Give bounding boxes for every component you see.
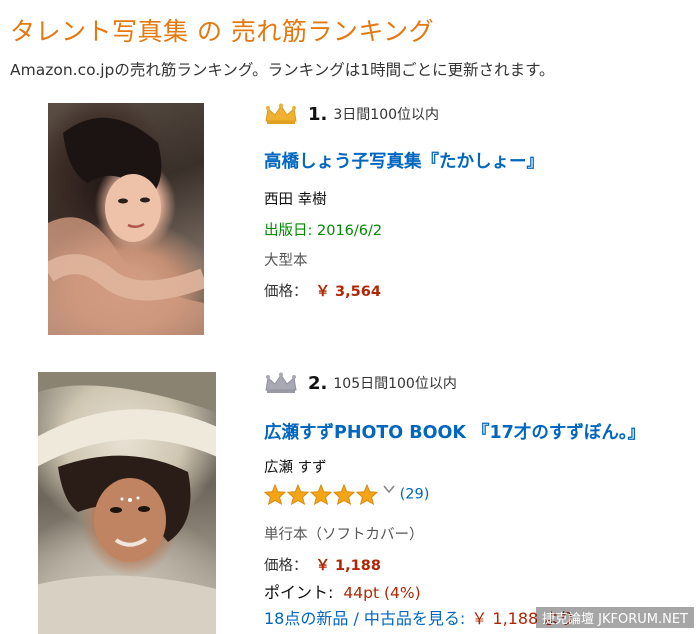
rank-days: 3日間100位以内 — [333, 107, 440, 123]
rating-row[interactable]: (29) — [264, 484, 429, 505]
release-date: 出版日: 2016/6/2 — [264, 223, 383, 239]
product-title-link[interactable]: 広瀬すずPHOTO BOOK 『17才のすずぼん。』 — [264, 419, 645, 444]
format-label: 大型本 — [264, 253, 308, 269]
rank-days: 105日間100位以内 — [333, 376, 457, 392]
book-cover-image-2[interactable] — [38, 372, 216, 634]
page-subtitle: Amazon.co.jpの売れ筋ランキング。ランキングは1時間ごとに更新されます… — [10, 61, 555, 79]
author-name: 西田 幸樹 — [264, 192, 327, 208]
star-icon — [264, 484, 286, 505]
ranking-item-1: 1. 3日間100位以内 高橋しょう子写真集『たかしょー』 西田 幸樹 出版日:… — [0, 96, 700, 341]
used-offers-link[interactable]: 18点の新品 / 中古品を見る: — [264, 609, 465, 628]
star-icon — [356, 484, 378, 505]
rank-row-2: 2. 105日間100位以内 — [264, 368, 457, 398]
price-row: 価格： ￥ 1,188 — [264, 554, 381, 575]
chevron-down-icon — [383, 485, 395, 494]
price-label: 価格： — [264, 284, 308, 300]
rank-number: 2. — [308, 372, 328, 394]
ranking-item-2: 2. 105日間100位以内 広瀬すずPHOTO BOOK 『17才のすずぼん。… — [0, 365, 700, 634]
star-rating[interactable] — [264, 484, 395, 505]
price-value: ￥ 3,564 — [315, 284, 381, 300]
format-label: 単行本（ソフトカバー） — [264, 527, 424, 543]
forum-watermark: 捷克論壇 JKFORUM.NET — [536, 607, 694, 628]
used-offers-row: 18点の新品 / 中古品を見る: ￥ 1,188 より — [264, 605, 575, 629]
points-label: ポイント: — [264, 583, 334, 602]
gold-crown-icon — [265, 103, 297, 124]
points-value: 44pt (4%) — [343, 584, 421, 602]
price-row: 価格： ￥ 3,564 — [264, 280, 381, 301]
page-title: タレント写真集 の 売れ筋ランキング — [10, 17, 435, 46]
star-icon — [310, 484, 332, 505]
silver-crown-icon — [265, 372, 297, 393]
rank-number: 1. — [308, 103, 328, 125]
star-icon — [333, 484, 355, 505]
price-label: 価格： — [264, 558, 308, 574]
author-name: 広瀬 すず — [264, 460, 327, 476]
product-title-link[interactable]: 高橋しょう子写真集『たかしょー』 — [264, 148, 544, 173]
rank-row-1: 1. 3日間100位以内 — [264, 99, 439, 129]
book-cover-image-1[interactable] — [48, 103, 204, 335]
price-value: ￥ 1,188 — [315, 558, 381, 574]
star-icon — [287, 484, 309, 505]
points-row: ポイント: 44pt (4%) — [264, 579, 421, 603]
review-count-link[interactable]: (29) — [400, 487, 430, 503]
